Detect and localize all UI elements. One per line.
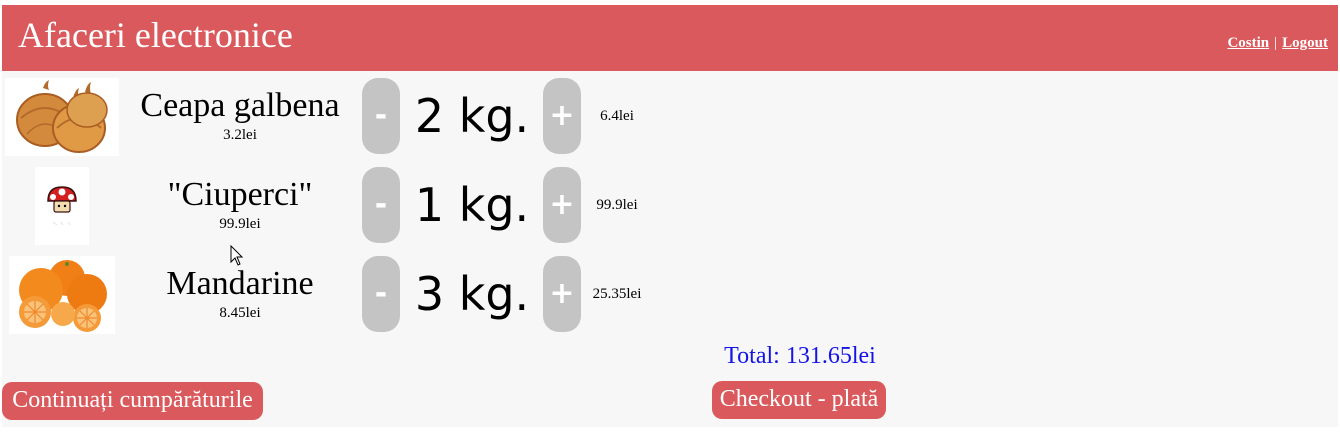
- mushroom-image: [35, 167, 89, 245]
- decrease-quantity-button[interactable]: -: [362, 78, 400, 154]
- nav-separator: |: [1274, 35, 1278, 51]
- item-name: "Ciuperci": [167, 176, 313, 213]
- item-line-total: 25.35lei: [592, 286, 642, 302]
- decrease-quantity-button[interactable]: -: [362, 167, 400, 243]
- increase-quantity-button[interactable]: +: [543, 78, 581, 154]
- cart-item-row: Ceapa galbena 3.2lei - 2 kg. + 6.4lei: [2, 78, 662, 156]
- mandarin-image: [9, 256, 115, 334]
- onion-image: [5, 78, 119, 156]
- item-name: Ceapa galbena: [140, 87, 340, 124]
- mouse-cursor-icon: [230, 244, 244, 272]
- item-line-total: 99.9lei: [596, 197, 638, 213]
- item-unit-price: 3.2lei: [223, 127, 257, 143]
- site-title[interactable]: Afaceri electronice: [18, 13, 293, 57]
- cart-item-row: "Ciuperci" 99.9lei - 1 kg. + 99.9lei: [2, 167, 662, 245]
- header-bar: Afaceri electronice Costin | Logout: [2, 5, 1338, 71]
- continue-shopping-button[interactable]: Continuați cumpărăturile: [2, 382, 263, 420]
- logout-link[interactable]: Logout: [1282, 35, 1328, 51]
- checkout-button[interactable]: Checkout - plată: [712, 381, 886, 419]
- page: Afaceri electronice Costin | Logout Ceap…: [2, 5, 1338, 427]
- item-quantity: 1 kg.: [414, 178, 530, 232]
- cart-item-row: Mandarine 8.45lei - 3 kg. + 25.35lei: [2, 256, 662, 334]
- cart-total: Total: 131.65lei: [724, 343, 876, 369]
- item-quantity: 3 kg.: [414, 267, 530, 321]
- increase-quantity-button[interactable]: +: [543, 167, 581, 243]
- item-line-total: 6.4lei: [600, 108, 634, 124]
- item-quantity: 2 kg.: [414, 89, 530, 143]
- user-nav: Costin | Logout: [1227, 34, 1328, 52]
- increase-quantity-button[interactable]: +: [543, 256, 581, 332]
- user-name-link[interactable]: Costin: [1227, 35, 1269, 51]
- decrease-quantity-button[interactable]: -: [362, 256, 400, 332]
- item-unit-price: 99.9lei: [219, 216, 261, 232]
- item-unit-price: 8.45lei: [219, 305, 261, 321]
